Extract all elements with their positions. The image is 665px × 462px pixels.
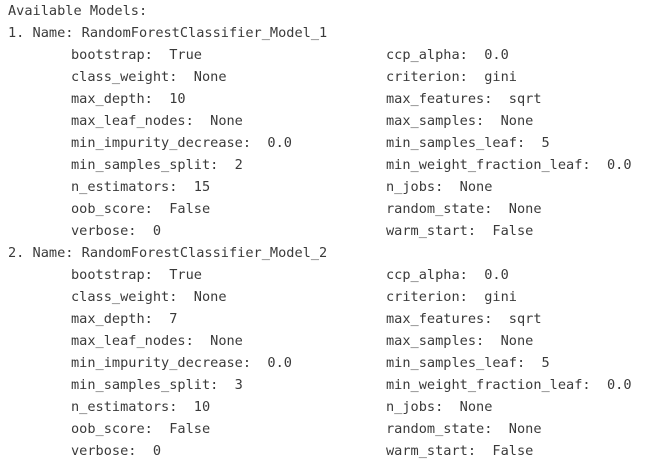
param-ccp-alpha: ccp_alpha: 0.0	[386, 267, 509, 283]
param-max-samples: max_samples: None	[386, 113, 534, 129]
param-n-jobs: n_jobs: None	[386, 179, 493, 195]
param-class-weight: class_weight: None	[71, 289, 227, 305]
param-oob-score: oob_score: False	[71, 421, 211, 437]
param-warm-start: warm_start: False	[386, 443, 534, 459]
model-name-line: 1. Name: RandomForestClassifier_Model_1	[8, 25, 328, 41]
param-max-depth: max_depth: 7	[71, 311, 178, 327]
param-min-weight-fraction-leaf: min_weight_fraction_leaf: 0.0	[386, 377, 632, 393]
param-warm-start: warm_start: False	[386, 223, 534, 239]
param-max-depth: max_depth: 10	[71, 91, 186, 107]
param-min-samples-split: min_samples_split: 2	[71, 157, 243, 173]
param-n-estimators: n_estimators: 10	[71, 399, 211, 415]
param-max-features: max_features: sqrt	[386, 311, 542, 327]
param-criterion: criterion: gini	[386, 289, 517, 305]
param-ccp-alpha: ccp_alpha: 0.0	[386, 47, 509, 63]
param-max-features: max_features: sqrt	[386, 91, 542, 107]
param-oob-score: oob_score: False	[71, 201, 211, 217]
console-output: Available Models: 1. Name: RandomForestC…	[0, 0, 665, 461]
param-min-impurity-decrease: min_impurity_decrease: 0.0	[71, 355, 292, 371]
header-line: Available Models:	[8, 3, 148, 19]
param-min-samples-split: min_samples_split: 3	[71, 377, 243, 393]
param-bootstrap: bootstrap: True	[71, 47, 202, 63]
param-min-samples-leaf: min_samples_leaf: 5	[386, 355, 550, 371]
param-random-state: random_state: None	[386, 421, 542, 437]
param-verbose: verbose: 0	[71, 443, 162, 459]
param-max-leaf-nodes: max_leaf_nodes: None	[71, 333, 243, 349]
param-n-jobs: n_jobs: None	[386, 399, 493, 415]
param-class-weight: class_weight: None	[71, 69, 227, 85]
param-min-impurity-decrease: min_impurity_decrease: 0.0	[71, 135, 292, 151]
param-verbose: verbose: 0	[71, 223, 162, 239]
param-min-weight-fraction-leaf: min_weight_fraction_leaf: 0.0	[386, 157, 632, 173]
param-min-samples-leaf: min_samples_leaf: 5	[386, 135, 550, 151]
param-max-samples: max_samples: None	[386, 333, 534, 349]
param-max-leaf-nodes: max_leaf_nodes: None	[71, 113, 243, 129]
model-name-line: 2. Name: RandomForestClassifier_Model_2	[8, 245, 328, 261]
param-n-estimators: n_estimators: 15	[71, 179, 211, 195]
param-bootstrap: bootstrap: True	[71, 267, 202, 283]
param-criterion: criterion: gini	[386, 69, 517, 85]
param-random-state: random_state: None	[386, 201, 542, 217]
